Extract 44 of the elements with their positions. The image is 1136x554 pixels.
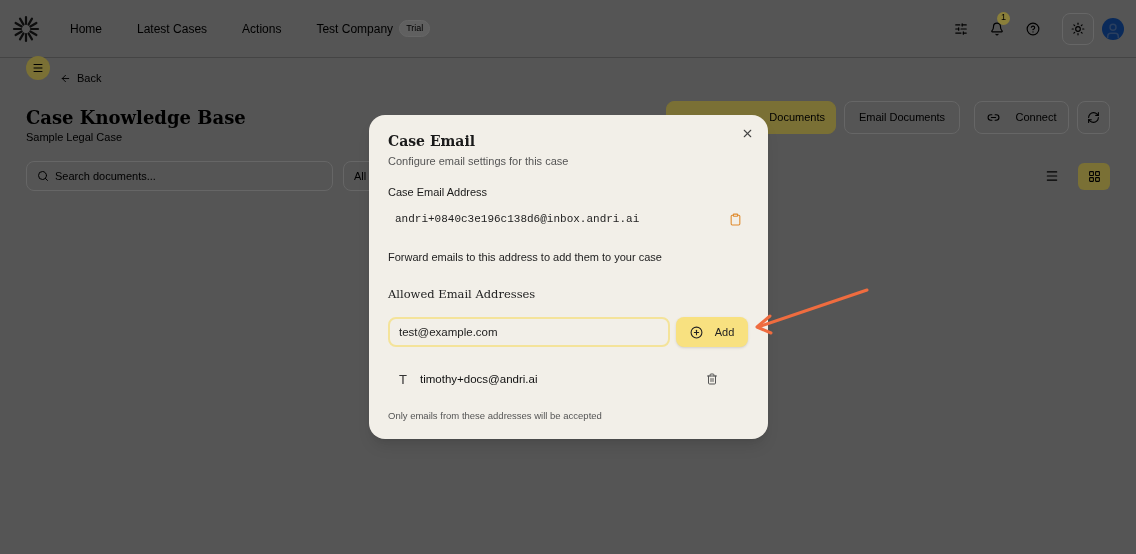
avatar[interactable] [1102, 17, 1124, 40]
case-email-address: andri+0840c3e196c138d6@inbox.andri.ai [395, 212, 640, 227]
allowed-email: timothy+docs@andri.ai [420, 371, 538, 387]
search-field[interactable]: Search documents... [26, 161, 333, 191]
trial-badge: Trial [399, 19, 431, 38]
menu-icon [32, 62, 44, 74]
plus-icon [689, 325, 703, 339]
page-title: Case Knowledge Base [26, 106, 246, 129]
nav-link[interactable]: Latest Cases [137, 19, 208, 38]
dialog-footnote: Only emails from these addresses will be accepted [388, 409, 603, 424]
filters-icon[interactable] [954, 21, 968, 36]
copy-icon[interactable] [729, 212, 742, 226]
theme-button[interactable] [1062, 12, 1094, 45]
refresh-icon [1087, 110, 1100, 124]
connect-button[interactable]: Connect [974, 100, 1069, 134]
list-icon [1045, 169, 1059, 183]
close-button[interactable] [741, 127, 754, 140]
page-subtitle: Sample Legal Case [26, 129, 123, 145]
forward-hint: Forward emails to this address to add them to your case [388, 249, 663, 265]
menu-button[interactable] [26, 56, 50, 80]
dialog-title: Case Email [388, 132, 477, 150]
notifications-icon[interactable] [990, 21, 1004, 36]
nav-link[interactable]: Actions [242, 19, 282, 38]
nav-link[interactable]: Home [70, 19, 102, 38]
arrow-left-icon [60, 72, 71, 84]
back-link[interactable]: Back [60, 70, 102, 87]
email-initial: T [399, 370, 408, 389]
logo-icon[interactable] [12, 14, 40, 43]
address-label: Case Email Address [388, 184, 489, 200]
sun-icon [1071, 21, 1085, 36]
dialog-description: Configure email settings for this case [388, 154, 570, 169]
nav-link[interactable]: Test Company [316, 19, 394, 38]
allowed-title: Allowed Email Addresses [388, 286, 537, 303]
search-icon [37, 170, 49, 182]
email-input[interactable]: test@example.com [388, 317, 670, 348]
grid-view-button[interactable] [1078, 162, 1110, 190]
search-input[interactable]: Search documents... [55, 167, 197, 185]
action-button[interactable]: Email Documents [844, 100, 960, 134]
add-button[interactable]: Add [676, 317, 748, 348]
grid-icon [1087, 169, 1101, 183]
help-icon[interactable] [1026, 21, 1040, 36]
refresh-button[interactable] [1077, 100, 1110, 134]
notification-badge: 1 [997, 11, 1010, 25]
delete-icon[interactable] [706, 373, 718, 386]
